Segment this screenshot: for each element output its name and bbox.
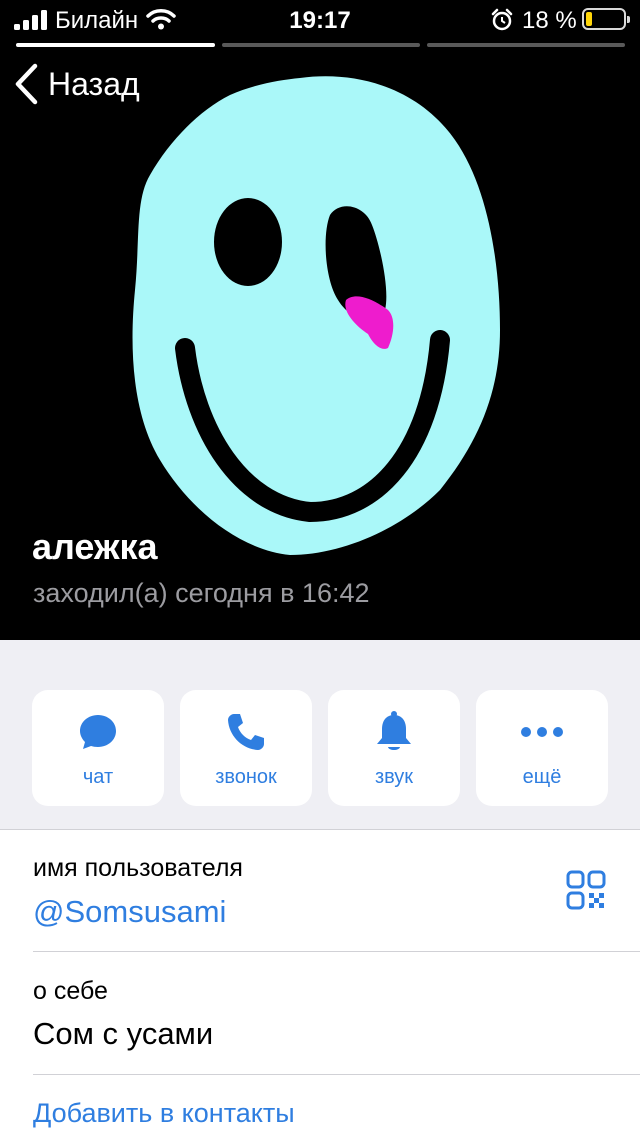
alarm-icon	[491, 8, 513, 31]
chat-button[interactable]: чат	[32, 690, 164, 806]
smiley-face	[132, 76, 500, 555]
story-progress-segment	[222, 43, 420, 47]
sound-button[interactable]: звук	[328, 690, 460, 806]
chevron-left-icon	[15, 63, 38, 105]
separator	[33, 1074, 640, 1075]
left-eye	[214, 198, 282, 286]
back-label: Назад	[48, 65, 140, 102]
phone-icon	[228, 714, 264, 750]
bell-icon	[377, 711, 411, 750]
battery-level	[586, 12, 592, 26]
more-label: ещё	[522, 766, 562, 788]
action-buttons: чат звонок звук ещё	[32, 690, 608, 806]
back-button[interactable]: Назад	[14, 60, 140, 108]
more-button[interactable]: ещё	[476, 690, 608, 806]
add-to-contacts-button[interactable]: Добавить в контакты	[33, 1098, 295, 1129]
sound-label: звук	[374, 766, 414, 788]
bio-value: Сом с усами	[33, 1016, 214, 1051]
username-value[interactable]: @Somsusami	[33, 894, 226, 930]
separator	[33, 951, 640, 952]
call-label: звонок	[215, 766, 277, 788]
status-bar: Билайн 19:17 18 %	[0, 0, 640, 44]
story-progress-segment	[16, 43, 215, 47]
battery-icon	[582, 8, 630, 30]
username-label: имя пользователя	[33, 854, 243, 882]
last-seen-status: заходил(а) сегодня в 16:42	[33, 578, 370, 608]
battery-percent: 18 %	[522, 7, 577, 34]
story-progress-segment	[427, 43, 625, 47]
bio-label: о себе	[33, 977, 108, 1005]
profile-info-section: имя пользователя @Somsusami о себе Сом с…	[0, 829, 640, 1136]
profile-header: Билайн 19:17 18 % Назад алежка заходил(а…	[0, 0, 640, 640]
more-dots-icon	[521, 727, 563, 737]
chat-label: чат	[82, 766, 114, 788]
qr-code-icon[interactable]	[566, 870, 606, 910]
profile-name: алежка	[32, 526, 158, 567]
chat-bubble-icon	[80, 715, 116, 749]
call-button[interactable]: звонок	[180, 690, 312, 806]
